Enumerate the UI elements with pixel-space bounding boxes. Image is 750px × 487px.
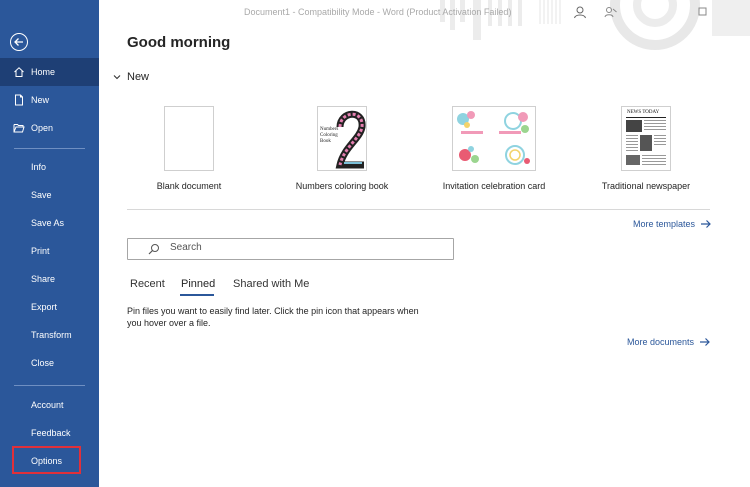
sidebar-item-save[interactable]: Save bbox=[0, 181, 99, 209]
sidebar-item-label: Save bbox=[31, 190, 52, 200]
tab-pinned[interactable]: Pinned bbox=[181, 278, 215, 290]
sidebar-item-label: Share bbox=[31, 274, 56, 284]
template-thumbnail: NEWS TODAY bbox=[621, 106, 671, 171]
newspaper-art bbox=[626, 117, 666, 165]
template-thumbnail bbox=[164, 106, 214, 171]
sidebar-item-home[interactable]: Home bbox=[0, 58, 99, 86]
search-input[interactable] bbox=[170, 242, 440, 253]
sidebar-item-close[interactable]: Close bbox=[0, 349, 99, 377]
sidebar-item-label: Feedback bbox=[31, 428, 71, 438]
sidebar-item-save-as[interactable]: Save As bbox=[0, 209, 99, 237]
more-templates-label: More templates bbox=[633, 219, 696, 229]
template-thumbnail: Numbers Coloring Book bbox=[317, 106, 367, 171]
sidebar-item-print[interactable]: Print bbox=[0, 237, 99, 265]
sidebar-item-account[interactable]: Account bbox=[0, 391, 99, 419]
backstage-sidebar: Home New Open Info Save Save As Print Sh… bbox=[0, 0, 99, 487]
template-label: Traditional newspaper bbox=[601, 181, 691, 191]
account-icon[interactable] bbox=[573, 5, 587, 19]
sidebar-item-new[interactable]: New bbox=[0, 86, 99, 114]
restore-window-icon[interactable] bbox=[697, 5, 709, 17]
sidebar-item-label: Export bbox=[31, 302, 58, 312]
sidebar-item-share[interactable]: Share bbox=[0, 265, 99, 293]
sidebar-item-transform[interactable]: Transform bbox=[0, 321, 99, 349]
sidebar-item-label: Account bbox=[31, 400, 64, 410]
sidebar-divider bbox=[14, 148, 85, 149]
home-icon bbox=[14, 67, 24, 77]
new-document-icon bbox=[15, 94, 23, 106]
search-icon bbox=[148, 244, 159, 255]
sidebar-item-feedback[interactable]: Feedback bbox=[0, 419, 99, 447]
sidebar-item-label: Info bbox=[31, 162, 47, 172]
section-divider bbox=[127, 209, 710, 210]
more-templates-link[interactable]: More templates bbox=[633, 219, 712, 229]
active-tab-indicator bbox=[180, 294, 214, 296]
arrow-right-icon bbox=[701, 220, 711, 228]
folder-open-icon bbox=[13, 124, 25, 133]
new-section-label: New bbox=[127, 71, 150, 83]
pinned-empty-message: Pin files you want to easily find later.… bbox=[127, 306, 419, 328]
sidebar-item-label: Save As bbox=[31, 218, 65, 228]
back-arrow-icon bbox=[14, 38, 23, 46]
title-bar: Document1 - Compatibility Mode - Word (P… bbox=[99, 0, 750, 28]
sidebar-item-label: New bbox=[31, 95, 50, 105]
sidebar-item-label: Home bbox=[31, 67, 56, 77]
more-documents-link[interactable]: More documents bbox=[627, 337, 711, 347]
template-label: Invitation celebration card bbox=[442, 181, 546, 191]
more-documents-label: More documents bbox=[627, 337, 695, 347]
template-thumb-text: Numbers Coloring Book bbox=[320, 127, 339, 144]
template-label: Numbers coloring book bbox=[295, 181, 389, 191]
template-thumbnail bbox=[452, 106, 536, 171]
sidebar-item-export[interactable]: Export bbox=[0, 293, 99, 321]
tab-recent[interactable]: Recent bbox=[130, 278, 165, 290]
sidebar-item-label: Transform bbox=[31, 330, 72, 340]
template-label: Blank document bbox=[156, 181, 222, 191]
sidebar-item-label: Print bbox=[31, 246, 50, 256]
sidebar-item-info[interactable]: Info bbox=[0, 153, 99, 181]
sidebar-item-open[interactable]: Open bbox=[0, 114, 99, 142]
template-thumb-text: NEWS TODAY bbox=[627, 110, 660, 115]
options-highlight-box bbox=[12, 446, 81, 474]
arrow-right-icon bbox=[700, 338, 710, 346]
sidebar-item-label: Open bbox=[31, 123, 54, 133]
window-title: Document1 - Compatibility Mode - Word (P… bbox=[244, 7, 512, 17]
search-box[interactable] bbox=[127, 238, 454, 260]
share-people-icon[interactable] bbox=[604, 5, 618, 19]
tab-shared-with-me[interactable]: Shared with Me bbox=[233, 278, 309, 290]
sidebar-divider bbox=[14, 385, 85, 386]
back-button[interactable] bbox=[10, 33, 28, 51]
chevron-down-icon bbox=[113, 75, 121, 80]
invitation-card-art bbox=[457, 111, 530, 165]
greeting-heading: Good morning bbox=[127, 34, 231, 51]
sidebar-item-label: Close bbox=[31, 358, 55, 368]
